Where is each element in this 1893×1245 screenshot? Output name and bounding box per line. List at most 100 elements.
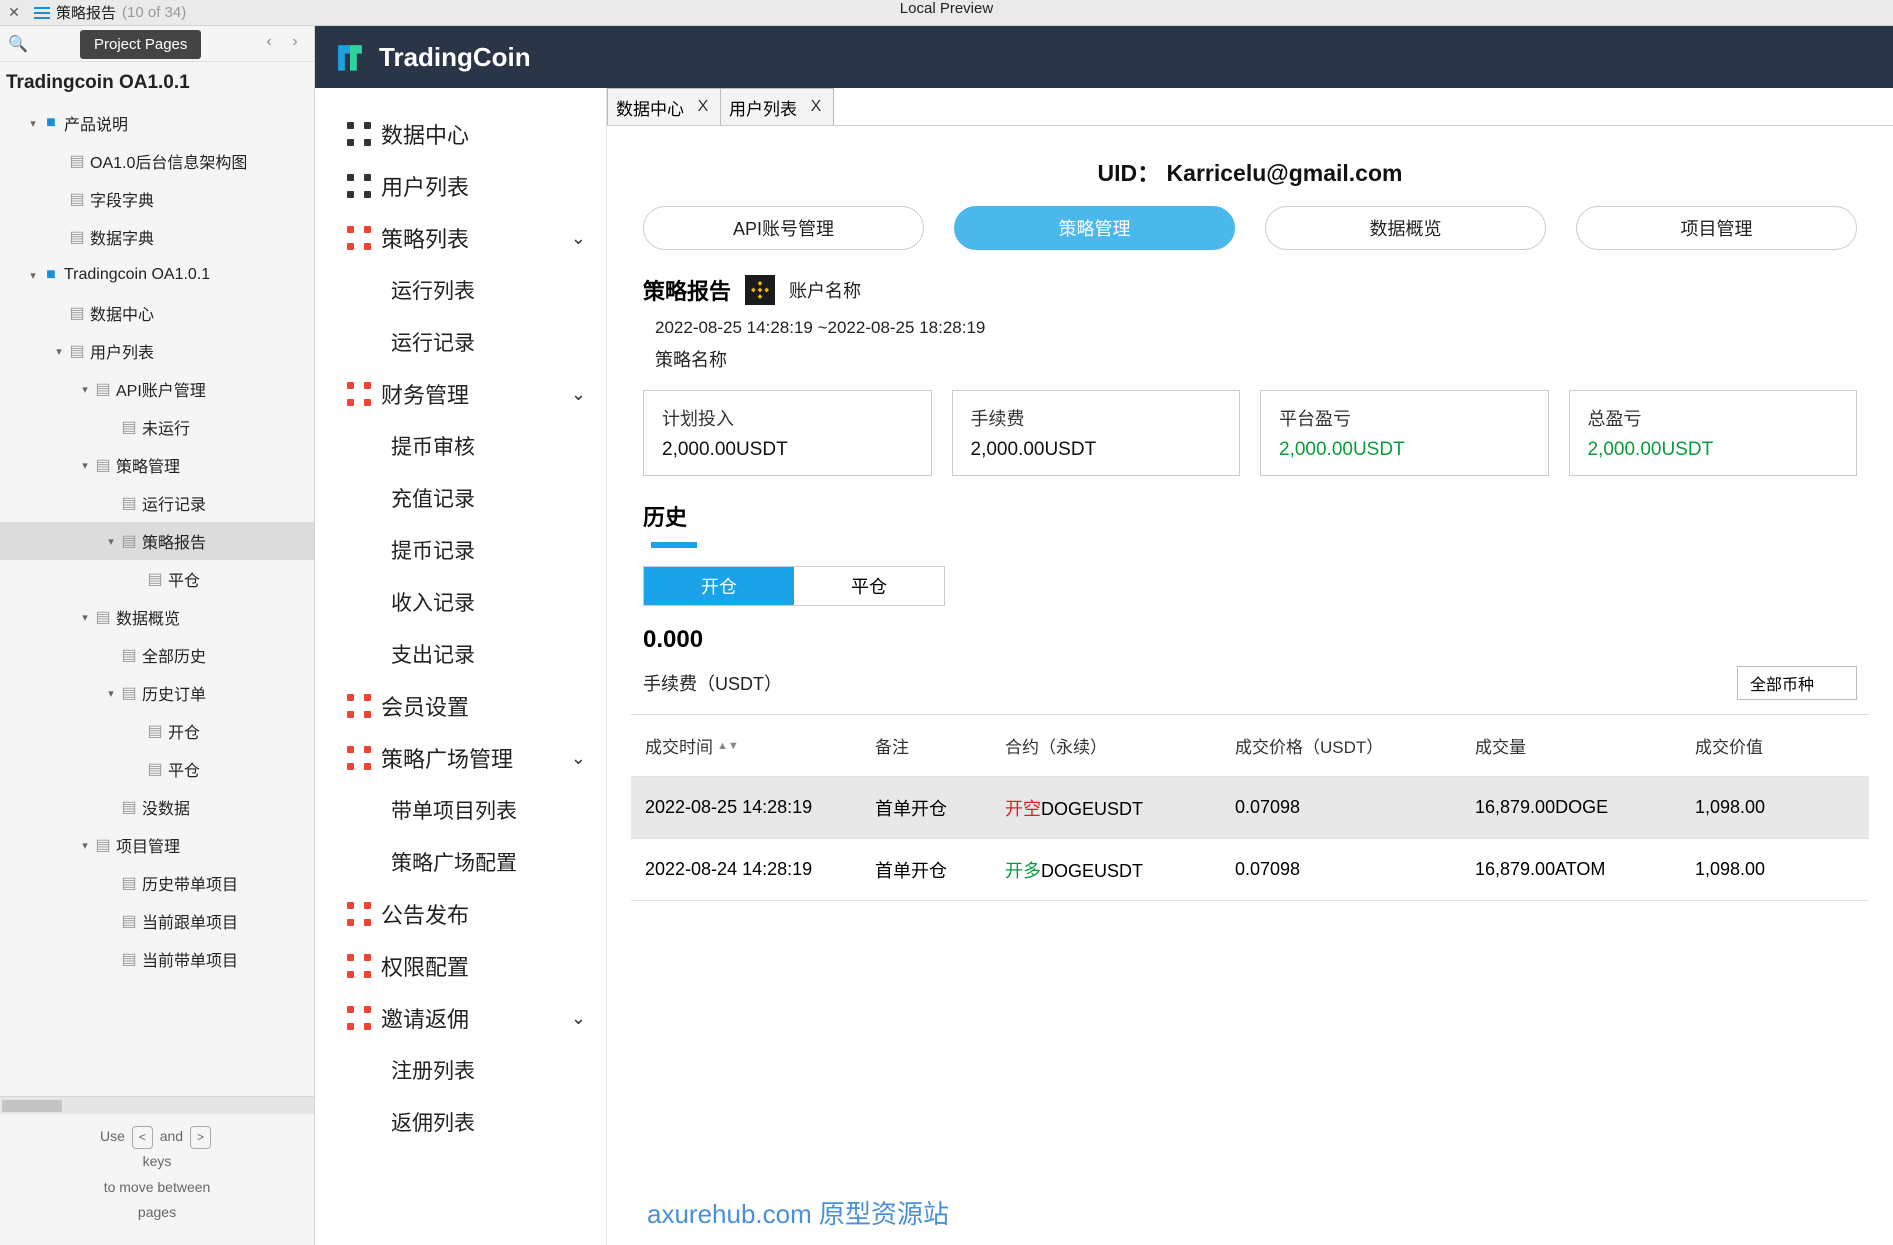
tree-item[interactable]: ▤全部历史: [0, 636, 314, 674]
page-icon: ▤: [118, 797, 140, 817]
nav-item[interactable]: 返佣列表: [315, 1096, 606, 1148]
tree-item[interactable]: ▾▤API账户管理: [0, 370, 314, 408]
nav-item[interactable]: 带单项目列表: [315, 784, 606, 836]
page-icon: ▤: [118, 531, 140, 551]
fee-total: 0.000: [607, 620, 1893, 658]
page-icon: ▤: [66, 151, 88, 171]
chevron-down-icon: ⌄: [571, 748, 586, 769]
local-preview-label: Local Preview: [900, 0, 993, 17]
grid-icon: [347, 226, 371, 250]
page-icon: ▤: [118, 683, 140, 703]
page-icon: ▤: [92, 379, 114, 399]
nav-item[interactable]: 运行列表: [315, 264, 606, 316]
tree-item[interactable]: ▾▤策略管理: [0, 446, 314, 484]
pill-tab[interactable]: 数据概览: [1265, 206, 1546, 250]
tree-item[interactable]: ▤开仓: [0, 712, 314, 750]
nav-hint: Use < and > keys to move between pages: [0, 1114, 314, 1245]
tree-item[interactable]: ▾▤数据概览: [0, 598, 314, 636]
sort-icon[interactable]: ▲▼: [717, 742, 739, 750]
tree-item[interactable]: ▾▤历史订单: [0, 674, 314, 712]
tree-item[interactable]: ▤没数据: [0, 788, 314, 826]
tree-item[interactable]: ▾■产品说明: [0, 104, 314, 142]
page-icon: ▤: [66, 303, 88, 323]
nav-item[interactable]: 充值记录: [315, 472, 606, 524]
tree-item[interactable]: ▾▤用户列表: [0, 332, 314, 370]
grid-icon: [347, 746, 371, 770]
trades-table: 成交时间▲▼ 备注 合约（永续） 成交价格（USDT） 成交量 成交价值 202…: [631, 714, 1869, 901]
toggle-close[interactable]: 平仓: [794, 567, 944, 605]
tree-item[interactable]: ▤未运行: [0, 408, 314, 446]
page-icon: ▤: [92, 607, 114, 627]
table-header: 成交时间▲▼ 备注 合约（永续） 成交价格（USDT） 成交量 成交价值: [631, 715, 1869, 777]
tree-item[interactable]: ▤当前带单项目: [0, 940, 314, 978]
tree-item[interactable]: ▾▤策略报告: [0, 522, 314, 560]
folder-icon: ■: [40, 266, 62, 284]
tab-close-icon[interactable]: X: [694, 98, 712, 116]
col-time: 成交时间▲▼: [645, 733, 875, 758]
tooltip-project-pages: Project Pages: [80, 30, 201, 59]
tree-item[interactable]: ▤平仓: [0, 560, 314, 598]
pill-tab[interactable]: API账号管理: [643, 206, 924, 250]
tree-item[interactable]: ▤数据字典: [0, 218, 314, 256]
nav-item[interactable]: 运行记录: [315, 316, 606, 368]
tree-item[interactable]: ▤数据中心: [0, 294, 314, 332]
nav-item[interactable]: 策略广场管理⌄: [315, 732, 606, 784]
nav-item[interactable]: 会员设置: [315, 680, 606, 732]
col-note: 备注: [875, 733, 1005, 758]
tree-item[interactable]: ▾▤项目管理: [0, 826, 314, 864]
history-toggle: 开仓 平仓: [643, 566, 945, 606]
grid-icon: [347, 1006, 371, 1030]
nav-item[interactable]: 策略广场配置: [315, 836, 606, 888]
tree-item[interactable]: ▤历史带单项目: [0, 864, 314, 902]
stat-card: 计划投入2,000.00USDT: [643, 390, 932, 476]
content-tab[interactable]: 数据中心X: [607, 88, 721, 125]
nav-item[interactable]: 财务管理⌄: [315, 368, 606, 420]
pill-tab[interactable]: 策略管理: [954, 206, 1235, 250]
nav-item[interactable]: 收入记录: [315, 576, 606, 628]
hamburger-icon[interactable]: [28, 3, 56, 23]
tree-item[interactable]: ▤OA1.0后台信息架构图: [0, 142, 314, 180]
nav-item[interactable]: 用户列表: [315, 160, 606, 212]
search-icon[interactable]: 🔍: [8, 34, 28, 54]
coin-filter-select[interactable]: 全部币种: [1737, 666, 1857, 700]
strategy-name: 策略名称: [607, 346, 1893, 390]
project-panel: 🔍 ‹ › Tradingcoin OA1.0.1 ▾■产品说明▤OA1.0后台…: [0, 26, 315, 1245]
col-contract: 合约（永续）: [1005, 733, 1235, 758]
breadcrumb: 策略报告: [56, 2, 116, 23]
tree-item[interactable]: ▾■Tradingcoin OA1.0.1: [0, 256, 314, 294]
nav-item[interactable]: 注册列表: [315, 1044, 606, 1096]
nav-prev-icon[interactable]: ‹: [258, 33, 280, 55]
nav-item[interactable]: 提币记录: [315, 524, 606, 576]
tree-item[interactable]: ▤运行记录: [0, 484, 314, 522]
stat-card: 总盈亏2,000.00USDT: [1569, 390, 1858, 476]
content-tab[interactable]: 用户列表X: [720, 88, 834, 125]
close-icon[interactable]: ✕: [0, 4, 28, 21]
nav-item[interactable]: 数据中心: [315, 108, 606, 160]
nav-item[interactable]: 公告发布: [315, 888, 606, 940]
toggle-open[interactable]: 开仓: [644, 567, 794, 605]
page-icon: ▤: [66, 227, 88, 247]
app-sidebar: 数据中心用户列表策略列表⌄运行列表运行记录财务管理⌄提币审核充值记录提币记录收入…: [315, 88, 607, 1245]
nav-item[interactable]: 策略列表⌄: [315, 212, 606, 264]
tab-strip: 数据中心X用户列表X: [607, 88, 1893, 126]
grid-icon: [347, 954, 371, 978]
col-volume: 成交量: [1475, 733, 1695, 758]
page-icon: ▤: [144, 569, 166, 589]
project-title: Tradingcoin OA1.0.1: [0, 62, 314, 104]
page-tree: ▾■产品说明▤OA1.0后台信息架构图▤字段字典▤数据字典▾■Tradingco…: [0, 104, 314, 1096]
nav-item[interactable]: 支出记录: [315, 628, 606, 680]
table-row[interactable]: 2022-08-25 14:28:19首单开仓开空DOGEUSDT0.07098…: [631, 777, 1869, 839]
nav-next-icon[interactable]: ›: [284, 33, 306, 55]
nav-item[interactable]: 邀请返佣⌄: [315, 992, 606, 1044]
page-icon: ▤: [66, 189, 88, 209]
tree-item[interactable]: ▤字段字典: [0, 180, 314, 218]
tab-close-icon[interactable]: X: [807, 98, 825, 116]
tree-item[interactable]: ▤平仓: [0, 750, 314, 788]
pill-tab[interactable]: 项目管理: [1576, 206, 1857, 250]
nav-item[interactable]: 权限配置: [315, 940, 606, 992]
tree-item[interactable]: ▤当前跟单项目: [0, 902, 314, 940]
horizontal-scrollbar[interactable]: [0, 1096, 314, 1114]
table-row[interactable]: 2022-08-24 14:28:19首单开仓开多DOGEUSDT0.07098…: [631, 839, 1869, 901]
nav-item[interactable]: 提币审核: [315, 420, 606, 472]
preview-area: TradingCoin 数据中心用户列表策略列表⌄运行列表运行记录财务管理⌄提币…: [315, 26, 1893, 1245]
